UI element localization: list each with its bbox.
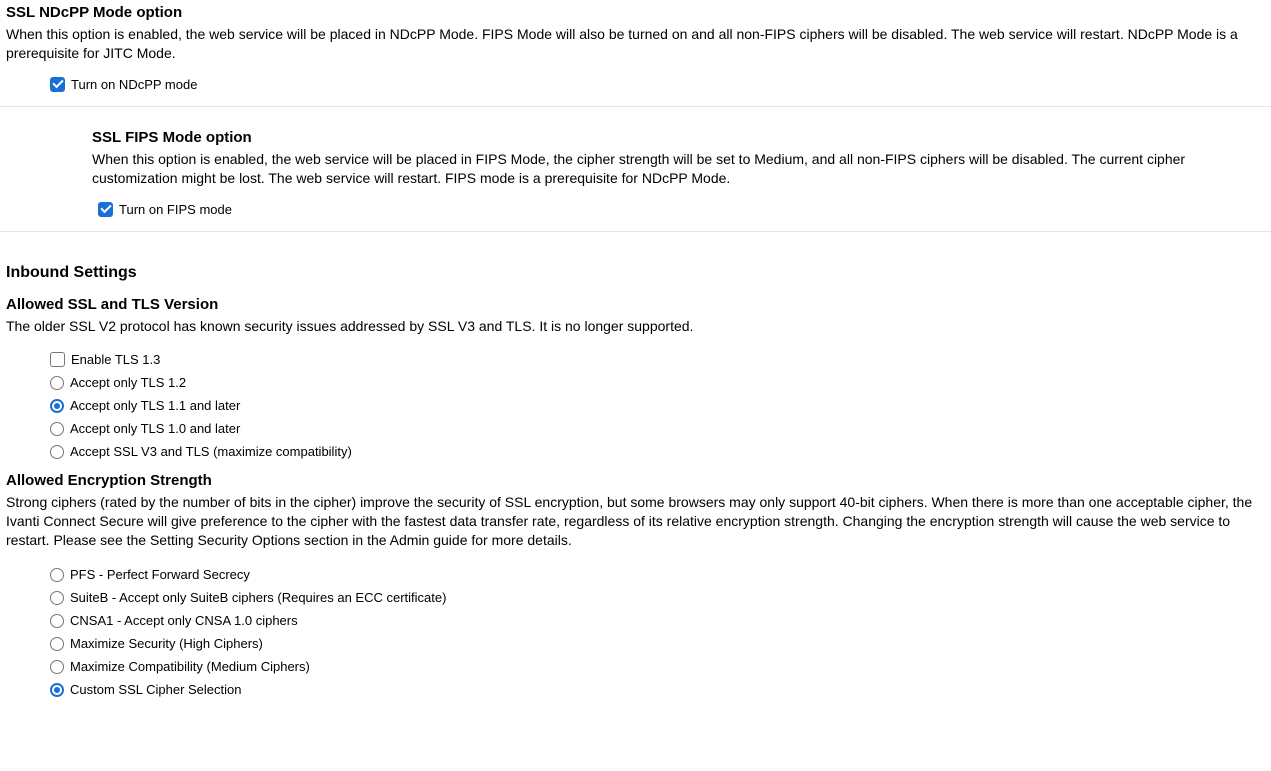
tls-option-label: Accept SSL V3 and TLS (maximize compatib… (70, 444, 352, 459)
fips-checkbox-row[interactable]: Turn on FIPS mode (98, 202, 1265, 217)
encryption-options: PFS - Perfect Forward Secrecy SuiteB - A… (50, 564, 1265, 700)
tls-option-sslv3[interactable]: Accept SSL V3 and TLS (maximize compatib… (50, 441, 1265, 462)
tls-option-enable-13[interactable]: Enable TLS 1.3 (50, 349, 1265, 370)
encryption-option-label: Maximize Compatibility (Medium Ciphers) (70, 659, 310, 674)
encryption-option-pfs[interactable]: PFS - Perfect Forward Secrecy (50, 564, 1265, 585)
ndcpp-description: When this option is enabled, the web ser… (6, 25, 1265, 63)
encryption-option-cnsa1[interactable]: CNSA1 - Accept only CNSA 1.0 ciphers (50, 610, 1265, 631)
tls-radio-10-later[interactable] (50, 422, 64, 436)
tls-option-label: Accept only TLS 1.0 and later (70, 421, 240, 436)
encryption-radio-suiteb[interactable] (50, 591, 64, 605)
ndcpp-checkbox[interactable] (50, 77, 65, 92)
tls-option-11-later[interactable]: Accept only TLS 1.1 and later (50, 395, 1265, 416)
tls-option-label: Accept only TLS 1.1 and later (70, 398, 240, 413)
tls-title: Allowed SSL and TLS Version (6, 296, 1265, 313)
ndcpp-checkbox-row[interactable]: Turn on NDcPP mode (50, 77, 1265, 92)
encryption-option-maxsec[interactable]: Maximize Security (High Ciphers) (50, 633, 1265, 654)
encryption-radio-cnsa1[interactable] (50, 614, 64, 628)
encryption-radio-custom[interactable] (50, 683, 64, 697)
fips-checkbox-label: Turn on FIPS mode (119, 202, 232, 217)
ndcpp-title: SSL NDcPP Mode option (6, 4, 1265, 21)
encryption-option-label: Custom SSL Cipher Selection (70, 682, 242, 697)
tls-option-10-later[interactable]: Accept only TLS 1.0 and later (50, 418, 1265, 439)
ndcpp-section: SSL NDcPP Mode option When this option i… (0, 0, 1271, 106)
tls-radio-11-later[interactable] (50, 399, 64, 413)
fips-description: When this option is enabled, the web ser… (92, 150, 1265, 188)
encryption-option-label: SuiteB - Accept only SuiteB ciphers (Req… (70, 590, 446, 605)
tls-option-label: Enable TLS 1.3 (71, 352, 160, 367)
encryption-option-custom[interactable]: Custom SSL Cipher Selection (50, 679, 1265, 700)
encryption-radio-maxcompat[interactable] (50, 660, 64, 674)
fips-checkbox[interactable] (98, 202, 113, 217)
encryption-radio-pfs[interactable] (50, 568, 64, 582)
tls-option-only-12[interactable]: Accept only TLS 1.2 (50, 372, 1265, 393)
ndcpp-checkbox-label: Turn on NDcPP mode (71, 77, 197, 92)
encryption-radio-maxsec[interactable] (50, 637, 64, 651)
encryption-option-label: CNSA1 - Accept only CNSA 1.0 ciphers (70, 613, 298, 628)
encryption-option-label: Maximize Security (High Ciphers) (70, 636, 263, 651)
tls-radio-sslv3[interactable] (50, 445, 64, 459)
encryption-title: Allowed Encryption Strength (6, 472, 1265, 489)
tls-radio-only-12[interactable] (50, 376, 64, 390)
tls-options: Enable TLS 1.3 Accept only TLS 1.2 Accep… (50, 349, 1265, 462)
encryption-option-maxcompat[interactable]: Maximize Compatibility (Medium Ciphers) (50, 656, 1265, 677)
inbound-section: Inbound Settings Allowed SSL and TLS Ver… (0, 232, 1271, 715)
encryption-option-suiteb[interactable]: SuiteB - Accept only SuiteB ciphers (Req… (50, 587, 1265, 608)
fips-section: SSL FIPS Mode option When this option is… (0, 125, 1271, 231)
encryption-description: Strong ciphers (rated by the number of b… (6, 493, 1265, 550)
fips-title: SSL FIPS Mode option (92, 129, 1265, 146)
tls-description: The older SSL V2 protocol has known secu… (6, 317, 1265, 336)
encryption-option-label: PFS - Perfect Forward Secrecy (70, 567, 250, 582)
tls-option-label: Accept only TLS 1.2 (70, 375, 186, 390)
inbound-title: Inbound Settings (6, 264, 1265, 282)
tls-checkbox-enable-13[interactable] (50, 352, 65, 367)
